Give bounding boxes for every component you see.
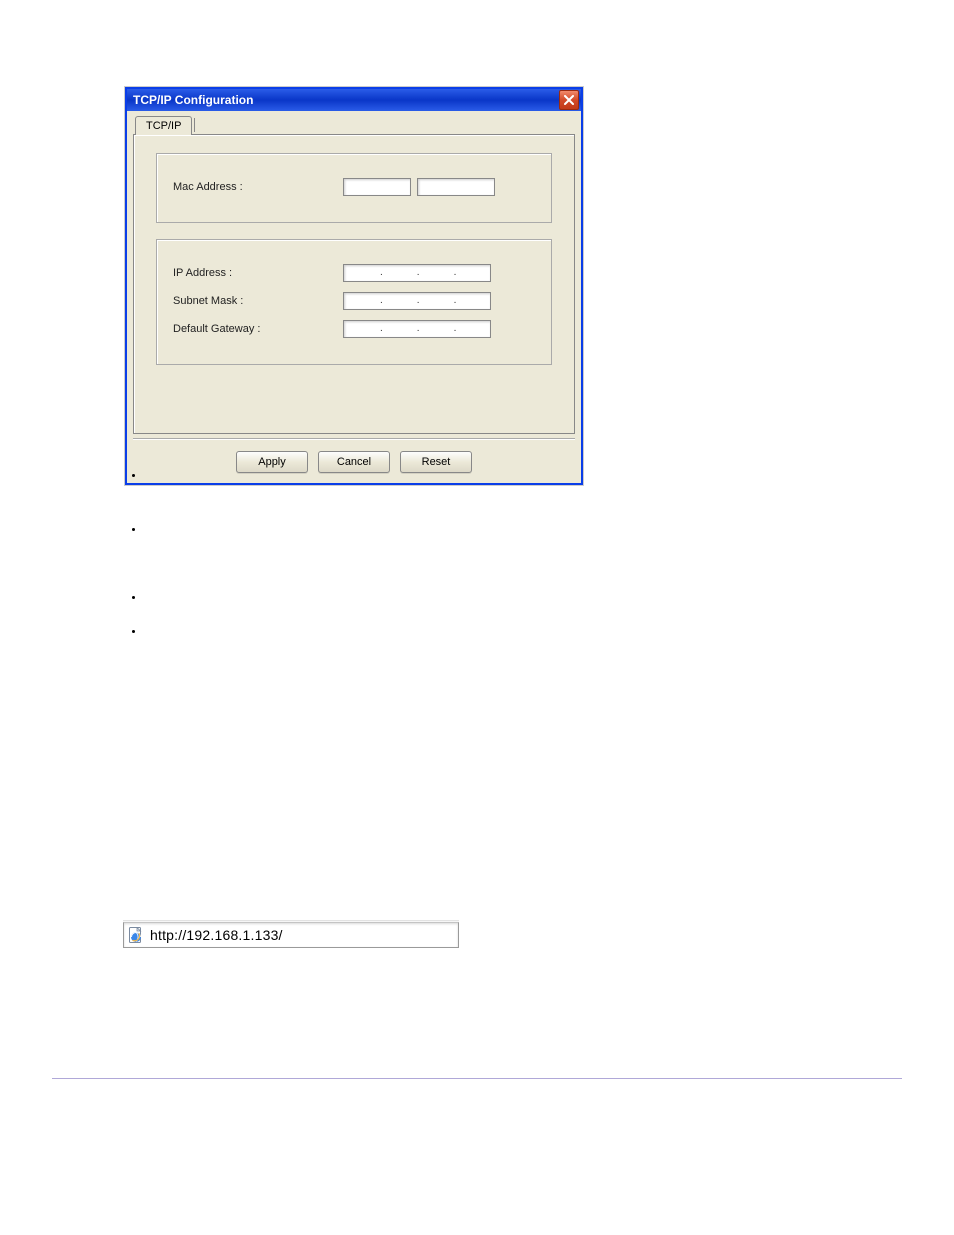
titlebar: TCP/IP Configuration [127,89,581,111]
label-ip: IP Address : [173,267,343,279]
group-mac: Mac Address : [156,153,552,223]
ip-octet-4[interactable] [456,265,490,281]
subnet-octet-1[interactable] [346,293,380,309]
button-row: Apply Cancel Reset [133,447,575,475]
ie-page-icon [128,927,144,943]
tcpip-config-dialog: TCP/IP Configuration TCP/IP Mac Address … [125,87,583,485]
subnet-input[interactable]: . . . [343,292,491,310]
close-icon [564,95,574,105]
subnet-octet-4[interactable] [456,293,490,309]
addressbar-url: http://192.168.1.133/ [150,927,283,943]
button-row-separator [133,438,575,439]
gateway-octet-4[interactable] [456,321,490,337]
gateway-octet-2[interactable] [383,321,417,337]
ip-octet-3[interactable] [420,265,454,281]
subnet-octet-3[interactable] [420,293,454,309]
tab-divider [194,118,195,132]
mac-input-a[interactable] [343,178,411,196]
gateway-octet-3[interactable] [420,321,454,337]
ip-octet-2[interactable] [383,265,417,281]
client-area: TCP/IP Mac Address : [127,111,581,483]
apply-button[interactable]: Apply [236,451,308,473]
tabstrip: TCP/IP [135,115,575,134]
tab-panel: Mac Address : IP Address : [133,134,575,434]
row-ip: IP Address : . . . [173,264,535,282]
ip-octet-1[interactable] [346,265,380,281]
tab-label: TCP/IP [146,120,181,132]
subnet-octet-2[interactable] [383,293,417,309]
group-ip: IP Address : . . . [156,239,552,365]
row-gateway: Default Gateway : . . . [173,320,535,338]
mac-input-b[interactable] [417,178,495,196]
tab-tcpip[interactable]: TCP/IP [135,116,192,135]
addressbar[interactable]: http://192.168.1.133/ [123,922,459,948]
cancel-button[interactable]: Cancel [318,451,390,473]
addressbar-container: http://192.168.1.133/ [123,920,459,948]
ip-input[interactable]: . . . [343,264,491,282]
row-mac: Mac Address : [173,178,535,196]
reset-button[interactable]: Reset [400,451,472,473]
gateway-octet-1[interactable] [346,321,380,337]
row-subnet: Subnet Mask : . . . [173,292,535,310]
window-title: TCP/IP Configuration [133,93,253,107]
label-gateway: Default Gateway : [173,323,343,335]
page-divider [52,1078,902,1079]
label-subnet: Subnet Mask : [173,295,343,307]
mac-fields [343,178,535,196]
close-button[interactable] [559,90,579,110]
gateway-input[interactable]: . . . [343,320,491,338]
label-mac: Mac Address : [173,181,343,193]
